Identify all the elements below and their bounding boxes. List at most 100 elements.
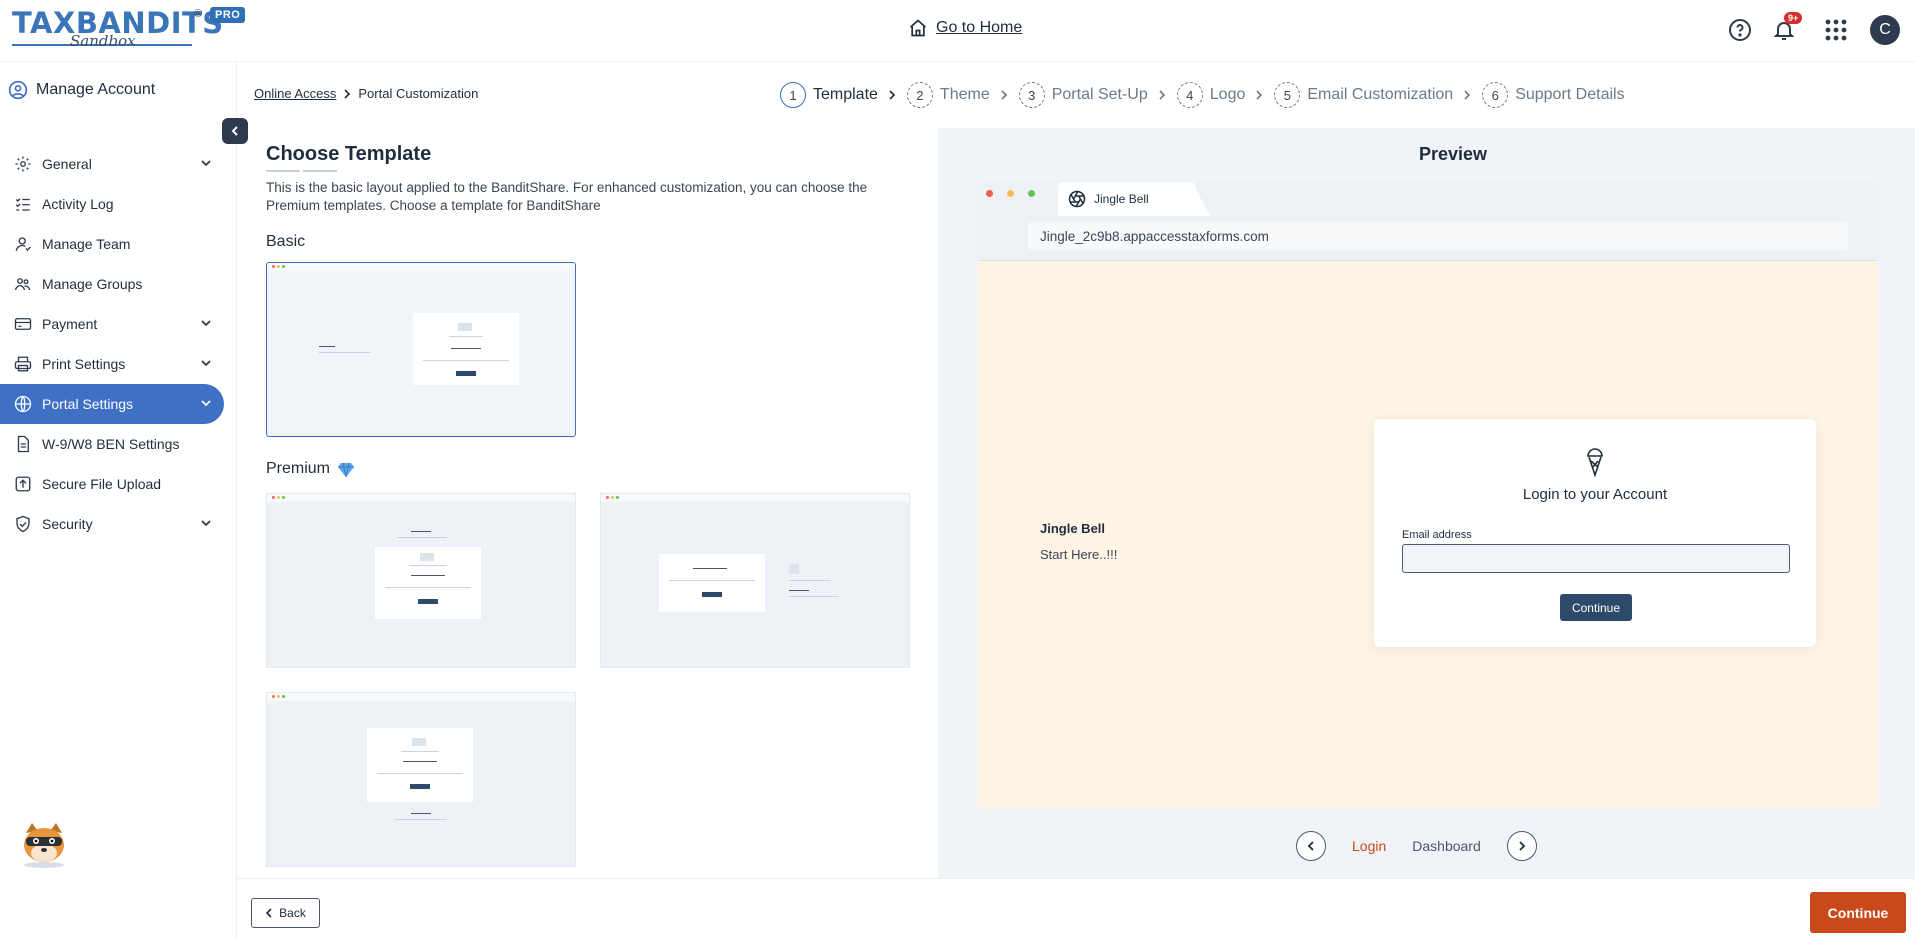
sidebar-item-manage-team[interactable]: Manage Team xyxy=(0,224,224,264)
sidebar-item-w9-w8ben-settings[interactable]: W-9/W8 BEN Settings xyxy=(0,424,224,464)
mini-login-card xyxy=(659,554,765,612)
step-label: Template xyxy=(813,86,878,103)
page-title: Choose Template xyxy=(266,143,432,165)
preview-login-card: Login to your Account Email address Cont… xyxy=(1374,419,1816,647)
sidebar-item-label: Print Settings xyxy=(42,356,126,372)
mini-login-card xyxy=(367,728,473,802)
breadcrumb: Online Access Portal Customization xyxy=(254,86,478,101)
users-icon xyxy=(14,278,31,291)
preview-brand-tagline: Start Here..!!! xyxy=(1040,547,1118,562)
continue-button[interactable]: Continue xyxy=(1810,892,1906,933)
mini-login-card xyxy=(375,547,481,619)
email-field[interactable] xyxy=(1402,544,1790,573)
chevron-down-icon xyxy=(201,320,211,327)
mini-tagline-line xyxy=(319,352,371,353)
next-page-button[interactable] xyxy=(1506,831,1537,861)
logo-sandbox-label: Sandbox xyxy=(70,32,136,50)
top-header: TAXBANDITS ® Sandbox PRO Go to Home 9+ C xyxy=(0,0,1915,62)
window-close-dot xyxy=(986,190,993,197)
sidebar-item-manage-groups[interactable]: Manage Groups xyxy=(0,264,224,304)
preview-page-dashboard[interactable]: Dashboard xyxy=(1412,838,1481,854)
printer-icon xyxy=(14,356,32,372)
pro-badge: PRO xyxy=(210,7,246,23)
preview-browser-window: Jingle Bell Jingle_2c9b8.appaccesstaxfor… xyxy=(978,180,1878,808)
sidebar-item-general[interactable]: General xyxy=(0,144,224,184)
diamond-icon xyxy=(338,462,354,478)
chevron-right-icon xyxy=(1159,90,1165,100)
step-logo[interactable]: 4 Logo xyxy=(1176,82,1265,108)
document-icon xyxy=(17,435,29,453)
user-circle-icon xyxy=(8,80,28,100)
sidebar-collapse-button[interactable] xyxy=(222,118,248,144)
browser-chrome: Jingle Bell Jingle_2c9b8.appaccesstaxfor… xyxy=(978,180,1878,261)
aperture-icon xyxy=(1068,190,1086,208)
window-maximize-dot xyxy=(1028,190,1035,197)
taxbandits-logo[interactable]: TAXBANDITS ® Sandbox PRO xyxy=(12,6,246,50)
globe-icon xyxy=(14,395,32,413)
chevron-left-icon xyxy=(1307,841,1314,851)
template-premium-3-card[interactable] xyxy=(266,692,576,867)
template-premium-2-card[interactable] xyxy=(600,493,910,668)
template-basic-card[interactable] xyxy=(266,262,576,437)
chevron-right-icon xyxy=(889,90,896,100)
user-avatar[interactable]: C xyxy=(1870,15,1900,45)
preview-page-login[interactable]: Login xyxy=(1352,838,1386,854)
sidebar-item-security[interactable]: Security xyxy=(0,504,224,544)
go-to-home-link[interactable]: Go to Home xyxy=(908,18,1022,38)
preview-continue-button[interactable]: Continue xyxy=(1560,594,1632,621)
sidebar-item-secure-file-upload[interactable]: Secure File Upload xyxy=(0,464,224,504)
sidebar-item-label: Manage Groups xyxy=(42,276,143,292)
step-number: 4 xyxy=(1176,82,1203,108)
sidebar: Manage Account General Activity Log Mana… xyxy=(0,62,237,938)
window-minimize-dot xyxy=(1007,190,1014,197)
manage-account-header[interactable]: Manage Account xyxy=(8,80,155,100)
chevron-down-icon xyxy=(201,360,211,367)
sidebar-item-label: Portal Settings xyxy=(42,396,134,412)
browser-tab-title: Jingle Bell xyxy=(1094,192,1149,206)
sidebar-item-label: Activity Log xyxy=(42,196,114,212)
login-title: Login to your Account xyxy=(1522,486,1668,503)
chevron-down-icon xyxy=(201,400,211,407)
apps-grid-icon[interactable] xyxy=(1822,16,1850,44)
sidebar-item-label: General xyxy=(42,156,92,172)
sidebar-item-portal-settings[interactable]: Portal Settings xyxy=(0,384,224,424)
bandit-mascot-icon[interactable] xyxy=(18,817,70,869)
chevron-down-icon xyxy=(201,520,211,527)
step-support-details[interactable]: 6 Support Details xyxy=(1482,82,1625,108)
sidebar-item-payment[interactable]: Payment xyxy=(0,304,224,344)
manage-account-label: Manage Account xyxy=(36,81,156,98)
basic-section-label: Basic xyxy=(266,233,306,250)
step-portal-set-up[interactable]: 3 Portal Set-Up xyxy=(1018,82,1167,108)
step-label: Logo xyxy=(1209,86,1246,103)
help-icon[interactable] xyxy=(1726,16,1754,44)
step-label: Theme xyxy=(939,86,990,103)
step-label: Support Details xyxy=(1515,86,1625,103)
sidebar-item-label: Payment xyxy=(42,316,98,332)
sidebar-item-label: Secure File Upload xyxy=(42,476,162,492)
card-icon xyxy=(14,318,32,330)
mini-browser-bar xyxy=(267,263,575,271)
page-description: This is the basic layout applied to the … xyxy=(266,180,868,213)
sidebar-item-label: Security xyxy=(42,516,93,532)
breadcrumb-online-access-link[interactable]: Online Access xyxy=(254,86,336,101)
chevron-right-icon xyxy=(1519,841,1526,851)
user-icon xyxy=(15,237,31,251)
previous-page-button[interactable] xyxy=(1296,831,1326,861)
step-label: Email Customization xyxy=(1307,86,1454,103)
back-button[interactable]: Back xyxy=(251,898,320,928)
chevron-left-icon xyxy=(231,126,238,136)
sidebar-item-print-settings[interactable]: Print Settings xyxy=(0,344,224,384)
mini-login-card xyxy=(413,313,519,385)
step-number: 5 xyxy=(1274,82,1301,108)
preview-brand-name: Jingle Bell xyxy=(1040,521,1106,536)
sidebar-item-activity-log[interactable]: Activity Log xyxy=(0,184,224,224)
go-to-home-label: Go to Home xyxy=(936,19,1023,36)
step-theme[interactable]: 2 Theme xyxy=(906,82,1009,108)
step-template[interactable]: 1 Template xyxy=(780,82,897,108)
template-premium-1-card[interactable] xyxy=(266,493,576,668)
browser-url-bar: Jingle_2c9b8.appaccesstaxforms.com xyxy=(1028,222,1848,250)
step-email-customization[interactable]: 5 Email Customization xyxy=(1274,82,1472,108)
step-number: 1 xyxy=(780,82,806,108)
wizard-steps: 1 Template 2 Theme 3 Portal Set-Up 4 Log… xyxy=(780,82,1635,108)
breadcrumb-current: Portal Customization xyxy=(358,86,479,101)
